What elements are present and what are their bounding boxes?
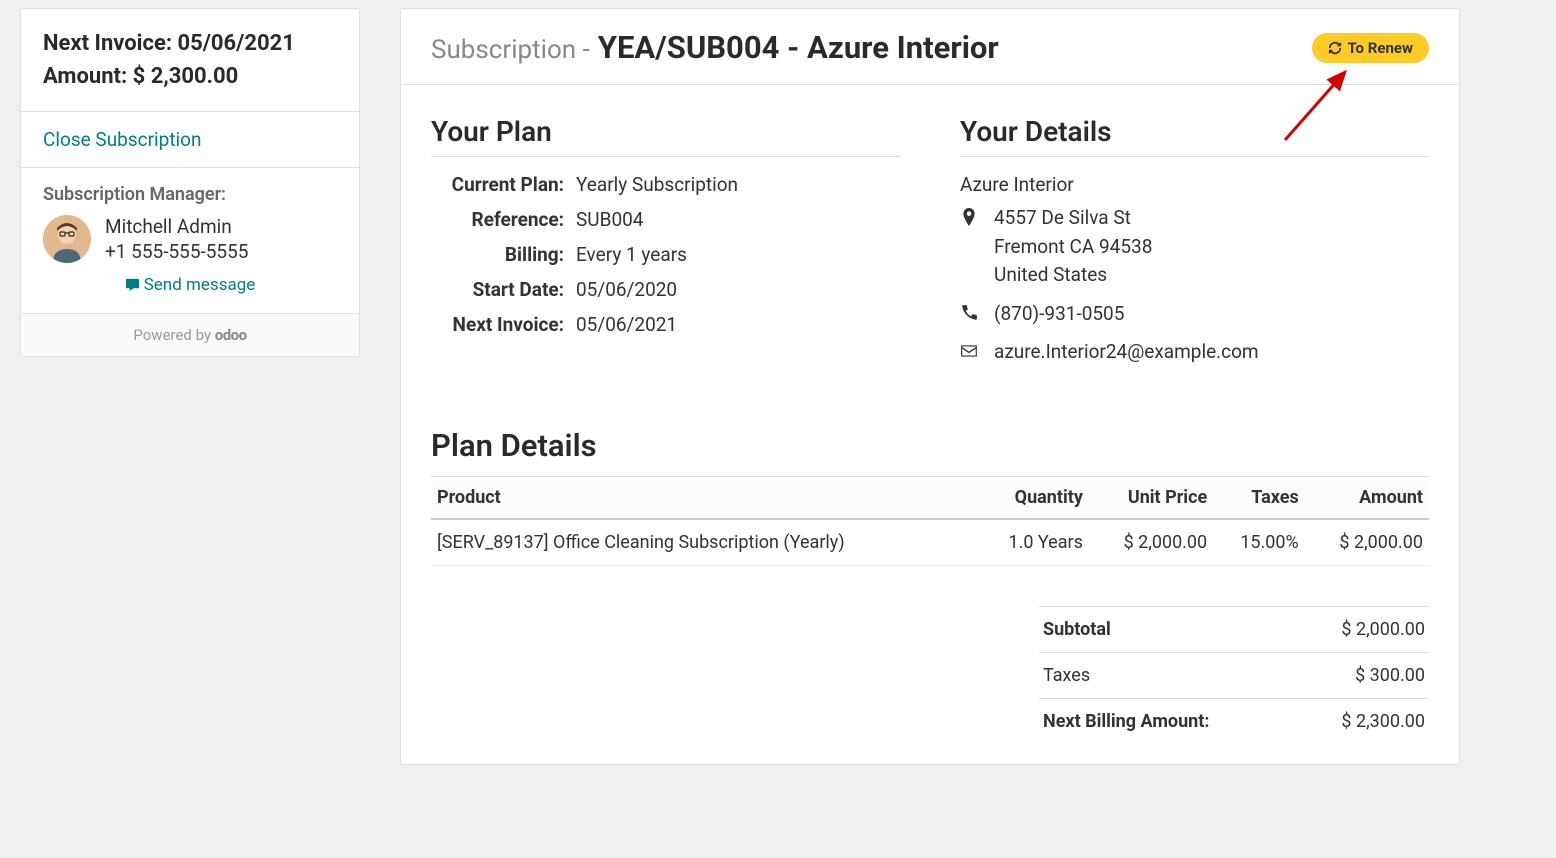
table-header-cell: Quantity xyxy=(977,476,1089,519)
your-plan-heading: Your Plan xyxy=(431,115,900,157)
table-cell: 1.0 Years xyxy=(977,519,1089,566)
table-cell: $ 2,000.00 xyxy=(1305,519,1429,566)
plan-field-value: 05/06/2021 xyxy=(576,313,677,336)
totals-value: $ 2,300.00 xyxy=(1341,711,1425,732)
next-invoice-panel: Next Invoice: 05/06/2021 Amount: $ 2,300… xyxy=(21,9,359,112)
plan-field-label: Billing: xyxy=(431,243,576,266)
amount-label: Amount: xyxy=(43,64,127,89)
plan-field-label: Start Date: xyxy=(431,278,576,301)
totals-label: Next Billing Amount: xyxy=(1043,711,1209,732)
table-header-cell: Unit Price xyxy=(1089,476,1213,519)
avatar xyxy=(43,215,91,263)
plan-field-label: Current Plan: xyxy=(431,173,576,196)
table-header-cell: Product xyxy=(431,476,977,519)
table-header-cell: Amount xyxy=(1305,476,1429,519)
totals-value: $ 300.00 xyxy=(1355,665,1425,686)
plan-field-value: Every 1 years xyxy=(576,243,687,266)
close-subscription-link[interactable]: Close Subscription xyxy=(43,128,202,151)
company-name: Azure Interior xyxy=(960,173,1429,196)
plan-details-table: ProductQuantityUnit PriceTaxesAmount [SE… xyxy=(431,476,1429,566)
phone-value: (870)-931-0505 xyxy=(994,300,1124,329)
address-block: 4557 De Silva St Fremont CA 94538 United… xyxy=(994,204,1152,290)
powered-by-footer: Powered by odoo xyxy=(21,314,359,356)
plan-field-row: Current Plan:Yearly Subscription xyxy=(431,173,900,196)
totals-row: Taxes $ 300.00 xyxy=(1039,652,1429,698)
odoo-logo-text: odoo xyxy=(215,326,247,344)
totals-value: $ 2,000.00 xyxy=(1341,619,1425,640)
totals-row: Subtotal $ 2,000.00 xyxy=(1039,606,1429,652)
subscription-manager-label: Subscription Manager: xyxy=(43,184,337,205)
plan-field-row: Billing:Every 1 years xyxy=(431,243,900,266)
table-row: [SERV_89137] Office Cleaning Subscriptio… xyxy=(431,519,1429,566)
manager-name: Mitchell Admin xyxy=(105,215,248,238)
table-cell: [SERV_89137] Office Cleaning Subscriptio… xyxy=(431,519,977,566)
comment-icon xyxy=(125,277,140,292)
to-renew-badge[interactable]: To Renew xyxy=(1312,33,1429,63)
table-cell: 15.00% xyxy=(1213,519,1305,566)
plan-field-value: Yearly Subscription xyxy=(576,173,738,196)
next-invoice-label: Next Invoice: xyxy=(43,31,172,56)
plan-field-row: Next Invoice:05/06/2021 xyxy=(431,313,900,336)
totals-label: Subtotal xyxy=(1043,619,1111,640)
amount-value: $ 2,300.00 xyxy=(133,64,239,89)
table-cell: $ 2,000.00 xyxy=(1089,519,1213,566)
plan-field-label: Reference: xyxy=(431,208,576,231)
send-message-link[interactable]: Send message xyxy=(125,275,256,295)
table-header-cell: Taxes xyxy=(1213,476,1305,519)
totals-row: Next Billing Amount: $ 2,300.00 xyxy=(1039,698,1429,744)
title-prefix: Subscription - xyxy=(431,35,590,65)
map-marker-icon xyxy=(960,208,978,231)
next-invoice-date: 05/06/2021 xyxy=(178,31,295,56)
refresh-icon xyxy=(1328,41,1342,55)
page-title: YEA/SUB004 - Azure Interior xyxy=(598,29,999,66)
plan-field-row: Start Date:05/06/2020 xyxy=(431,278,900,301)
phone-icon xyxy=(960,304,978,327)
email-value: azure.Interior24@example.com xyxy=(994,338,1259,367)
envelope-icon xyxy=(960,342,978,365)
your-details-heading: Your Details xyxy=(960,115,1429,157)
plan-field-value: SUB004 xyxy=(576,208,643,231)
plan-field-value: 05/06/2020 xyxy=(576,278,677,301)
manager-phone: +1 555-555-5555 xyxy=(105,240,248,263)
subscription-main-panel: Subscription - YEA/SUB004 - Azure Interi… xyxy=(400,8,1460,765)
plan-details-heading: Plan Details xyxy=(431,427,1429,464)
totals-label: Taxes xyxy=(1043,665,1090,686)
plan-field-label: Next Invoice: xyxy=(431,313,576,336)
plan-field-row: Reference:SUB004 xyxy=(431,208,900,231)
